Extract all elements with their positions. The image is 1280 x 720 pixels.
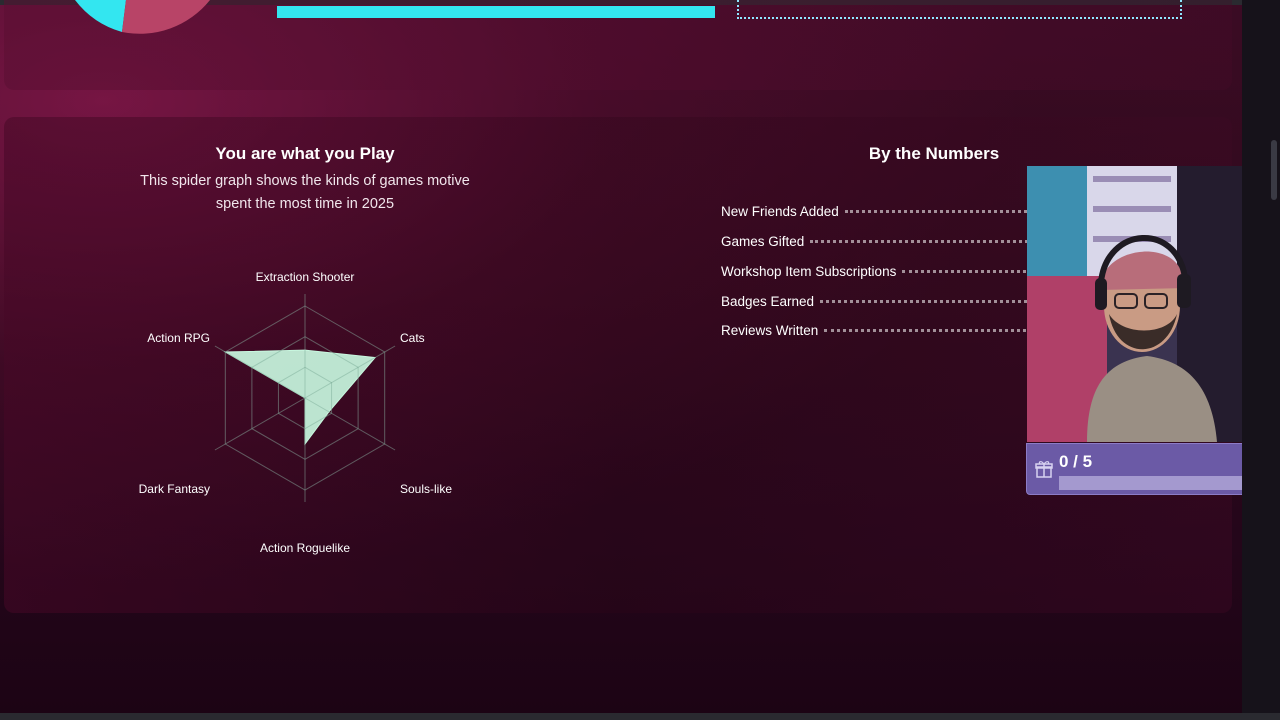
dotted-outline — [737, 0, 1182, 19]
stat-row-workshop: Workshop Item Subscriptions — [721, 264, 1051, 282]
stat-row-games-gifted: Games Gifted — [721, 234, 1051, 252]
axis-label-souls-like: Souls-like — [400, 482, 452, 496]
stat-row-badges: Badges Earned — [721, 294, 1051, 312]
radar-inner-grid — [214, 294, 396, 502]
stat-row-reviews: Reviews Written — [721, 323, 1051, 341]
stat-row-new-friends: New Friends Added — [721, 204, 1051, 222]
goal-progress-track — [1059, 476, 1265, 490]
stat-label: Badges Earned — [721, 294, 815, 309]
axis-label-extraction-shooter: Extraction Shooter — [256, 270, 355, 284]
stat-label: Games Gifted — [721, 234, 805, 249]
spider-graph: Extraction Shooter Cats Souls-like Actio… — [139, 270, 453, 555]
dot-leader — [844, 210, 1051, 213]
gift-icon — [1035, 461, 1053, 478]
webcam-overlay — [1027, 166, 1270, 442]
axis-label-cats: Cats — [400, 331, 425, 345]
axis-label-dark-fantasy: Dark Fantasy — [139, 482, 210, 496]
stat-label: Workshop Item Subscriptions — [721, 264, 897, 279]
stat-label: Reviews Written — [721, 323, 819, 338]
axis-label-action-roguelike: Action Roguelike — [260, 541, 350, 555]
dot-leader — [824, 329, 1051, 332]
dot-leader — [820, 300, 1051, 303]
goal-count: 0 / 5 — [1059, 452, 1093, 471]
radar-axis-line — [214, 397, 306, 451]
scrollbar-thumb[interactable] — [1271, 140, 1277, 200]
streamer-camera-image — [1027, 166, 1270, 442]
stat-label: New Friends Added — [721, 204, 839, 219]
axis-label-action-rpg: Action RPG — [147, 331, 210, 345]
scrollbar-track[interactable] — [1242, 0, 1280, 720]
dot-leader — [810, 240, 1051, 243]
goal-widget: 0 / 5 — [1026, 443, 1274, 495]
bottom-edge — [0, 713, 1280, 720]
numbers-title: By the Numbers — [868, 144, 1000, 163]
